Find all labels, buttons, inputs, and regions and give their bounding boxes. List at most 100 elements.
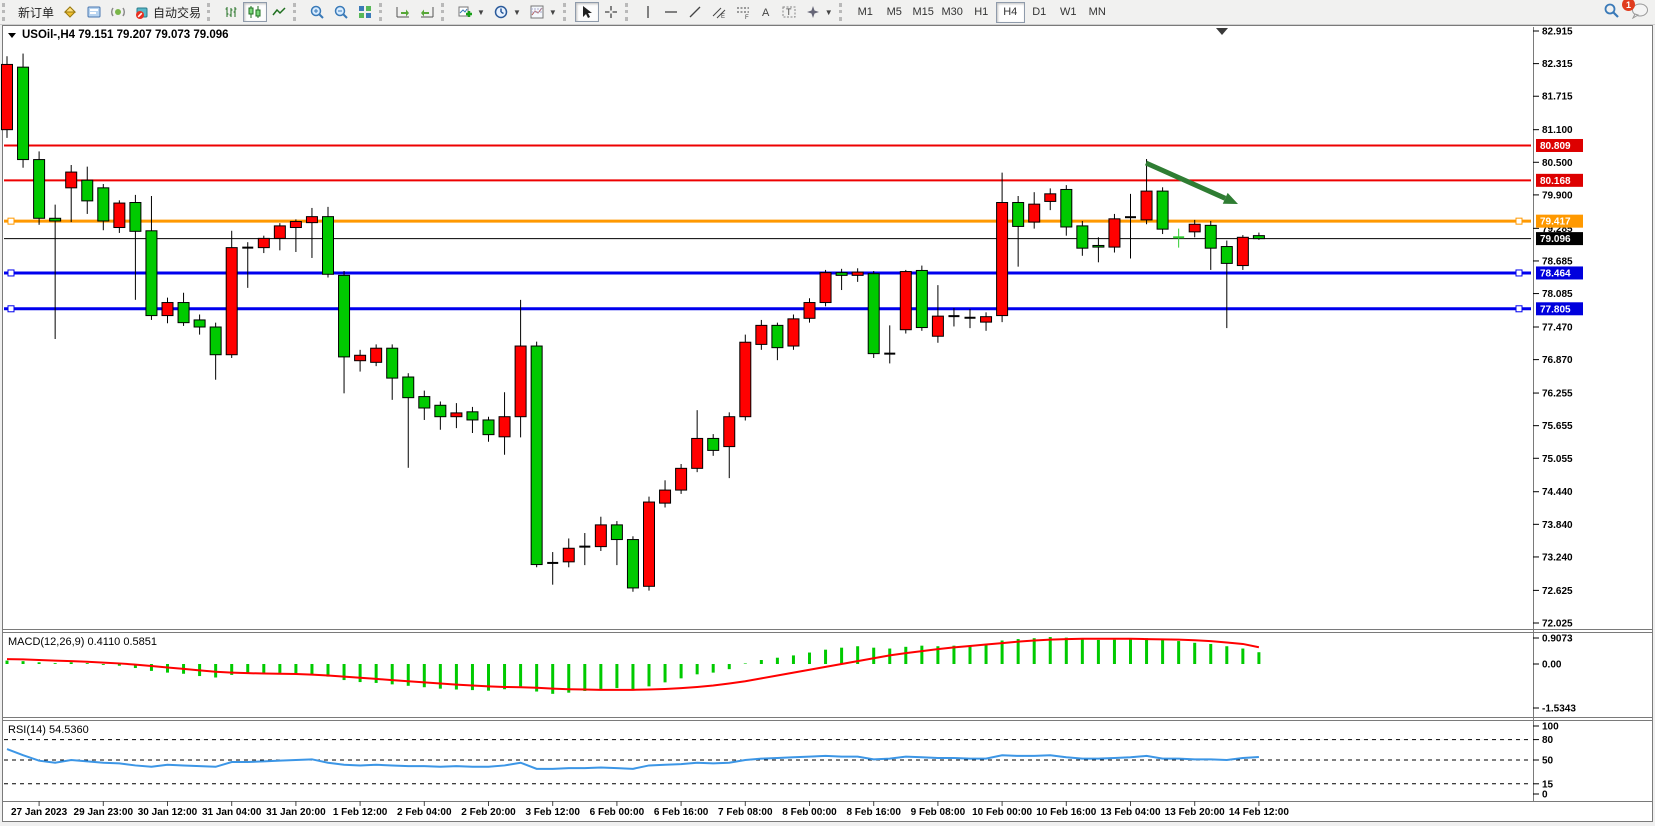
svg-text:77.805: 77.805 bbox=[1540, 304, 1571, 315]
trendline-button[interactable] bbox=[683, 2, 707, 22]
orders-icon bbox=[62, 4, 78, 20]
timeframe-M1[interactable]: M1 bbox=[851, 2, 880, 23]
tile-windows-icon bbox=[357, 4, 373, 20]
time-axis-label: 2 Feb 20:00 bbox=[461, 807, 516, 818]
text-button[interactable]: A bbox=[755, 2, 777, 22]
macd-axis-label: -1.5343 bbox=[1542, 704, 1576, 715]
time-axis-label: 31 Jan 20:00 bbox=[266, 807, 326, 818]
timeframe-M5[interactable]: M5 bbox=[880, 2, 909, 23]
toolbar-grip[interactable] bbox=[293, 3, 303, 21]
rsi-axis-label: 100 bbox=[1542, 722, 1559, 733]
time-axis-label: 29 Jan 23:00 bbox=[74, 807, 134, 818]
cursor-button[interactable] bbox=[575, 2, 599, 22]
time-axis-label: 2 Feb 04:00 bbox=[397, 807, 452, 818]
timeframe-M30[interactable]: M30 bbox=[938, 2, 967, 23]
periods-icon bbox=[493, 4, 509, 20]
price-axis-label: 78.685 bbox=[1542, 256, 1573, 267]
macd-label: MACD(12,26,9) 0.4110 0.5851 bbox=[8, 636, 157, 648]
market-watch-button[interactable] bbox=[82, 2, 106, 22]
chart-area[interactable]: 82.91582.31581.71581.10080.50079.90079.2… bbox=[0, 0, 1655, 826]
add-indicator-icon bbox=[457, 4, 473, 20]
time-axis-label: 1 Feb 12:00 bbox=[333, 807, 388, 818]
timeframe-H4[interactable]: H4 bbox=[996, 2, 1025, 23]
time-axis-label: 6 Feb 00:00 bbox=[590, 807, 645, 818]
bar-chart-button[interactable] bbox=[219, 2, 243, 22]
time-axis-label: 10 Feb 00:00 bbox=[972, 807, 1032, 818]
chart-shift-icon bbox=[419, 4, 435, 20]
signals-icon bbox=[110, 4, 126, 20]
price-axis-label: 80.500 bbox=[1542, 158, 1573, 169]
channel-button[interactable]: E bbox=[707, 2, 731, 22]
price-axis-label: 76.255 bbox=[1542, 389, 1573, 400]
new-order-button[interactable]: 新订单 bbox=[14, 2, 58, 22]
shapes-button[interactable]: ▼ bbox=[801, 2, 837, 22]
chat-button[interactable]: 1 bbox=[1630, 2, 1649, 22]
timeframe-H1[interactable]: H1 bbox=[967, 2, 996, 23]
time-axis-label: 6 Feb 16:00 bbox=[654, 807, 709, 818]
chart-shift-button[interactable] bbox=[415, 2, 439, 22]
toolbar-grip[interactable] bbox=[379, 3, 389, 21]
price-axis-label: 72.625 bbox=[1542, 586, 1573, 597]
vertical-line-icon bbox=[641, 4, 655, 20]
line-chart-icon bbox=[271, 4, 287, 20]
macd-axis-label: 0.00 bbox=[1542, 660, 1562, 671]
price-axis-label: 73.840 bbox=[1542, 520, 1573, 531]
auto-scroll-button[interactable] bbox=[391, 2, 415, 22]
auto-trading-label: 自动交易 bbox=[153, 4, 201, 21]
svg-text:A: A bbox=[762, 7, 770, 19]
toolbar-grip[interactable] bbox=[441, 3, 451, 21]
horizontal-line-button[interactable] bbox=[659, 2, 683, 22]
text-label-button[interactable]: T bbox=[777, 2, 801, 22]
price-axis-label: 81.715 bbox=[1542, 92, 1573, 103]
periods-button[interactable]: ▼ bbox=[489, 2, 525, 22]
time-axis-label: 30 Jan 12:00 bbox=[138, 807, 198, 818]
time-axis-label: 14 Feb 12:00 bbox=[1229, 807, 1289, 818]
toolbar-grip[interactable] bbox=[625, 3, 635, 21]
shapes-icon bbox=[805, 4, 821, 20]
toolbar-grip[interactable] bbox=[563, 3, 573, 21]
price-axis-label: 78.085 bbox=[1542, 289, 1573, 300]
rsi-axis-label: 50 bbox=[1542, 756, 1554, 767]
chevron-down-icon: ▼ bbox=[477, 8, 485, 17]
line-chart-button[interactable] bbox=[267, 2, 291, 22]
timeframe-M15[interactable]: M15 bbox=[909, 2, 938, 23]
svg-text:78.464: 78.464 bbox=[1540, 268, 1571, 279]
search-icon[interactable] bbox=[1603, 2, 1620, 22]
svg-text:79.096: 79.096 bbox=[1540, 234, 1571, 245]
tile-windows-button[interactable] bbox=[353, 2, 377, 22]
bar-chart-icon bbox=[223, 4, 239, 20]
signals-button[interactable] bbox=[106, 2, 130, 22]
text-label-icon: T bbox=[781, 4, 797, 20]
price-axis-label: 72.025 bbox=[1542, 619, 1573, 630]
text-icon: A bbox=[759, 4, 773, 20]
timeframe-MN[interactable]: MN bbox=[1083, 2, 1112, 23]
auto-trading-icon bbox=[134, 4, 150, 20]
vertical-line-button[interactable] bbox=[637, 2, 659, 22]
svg-text:80.809: 80.809 bbox=[1540, 141, 1571, 152]
zoom-out-button[interactable] bbox=[329, 2, 353, 22]
fibonacci-button[interactable]: F bbox=[731, 2, 755, 22]
fibonacci-icon: F bbox=[735, 4, 751, 20]
orders-button[interactable] bbox=[58, 2, 82, 22]
zoom-out-icon bbox=[333, 4, 349, 20]
cursor-icon bbox=[579, 4, 595, 20]
main-toolbar: 新订单 自动交易 ▼ ▼ bbox=[0, 0, 1655, 25]
templates-icon bbox=[529, 4, 545, 20]
timeframe-W1[interactable]: W1 bbox=[1054, 2, 1083, 23]
chevron-down-icon: ▼ bbox=[825, 8, 833, 17]
toolbar-grip[interactable] bbox=[839, 3, 849, 21]
zoom-in-icon bbox=[309, 4, 325, 20]
toolbar-grip[interactable] bbox=[2, 3, 12, 21]
toolbar-grip[interactable] bbox=[207, 3, 217, 21]
add-indicator-button[interactable]: ▼ bbox=[453, 2, 489, 22]
crosshair-button[interactable] bbox=[599, 2, 623, 22]
timeframe-D1[interactable]: D1 bbox=[1025, 2, 1054, 23]
price-axis-label: 73.240 bbox=[1542, 552, 1573, 563]
svg-text:80.168: 80.168 bbox=[1540, 176, 1571, 187]
zoom-in-button[interactable] bbox=[305, 2, 329, 22]
candlestick-chart-button[interactable] bbox=[243, 2, 267, 22]
auto-trading-button[interactable]: 自动交易 bbox=[130, 2, 205, 22]
time-axis-label: 27 Jan 2023 bbox=[11, 807, 68, 818]
macd-axis-label: 0.9073 bbox=[1542, 634, 1573, 645]
templates-button[interactable]: ▼ bbox=[525, 2, 561, 22]
